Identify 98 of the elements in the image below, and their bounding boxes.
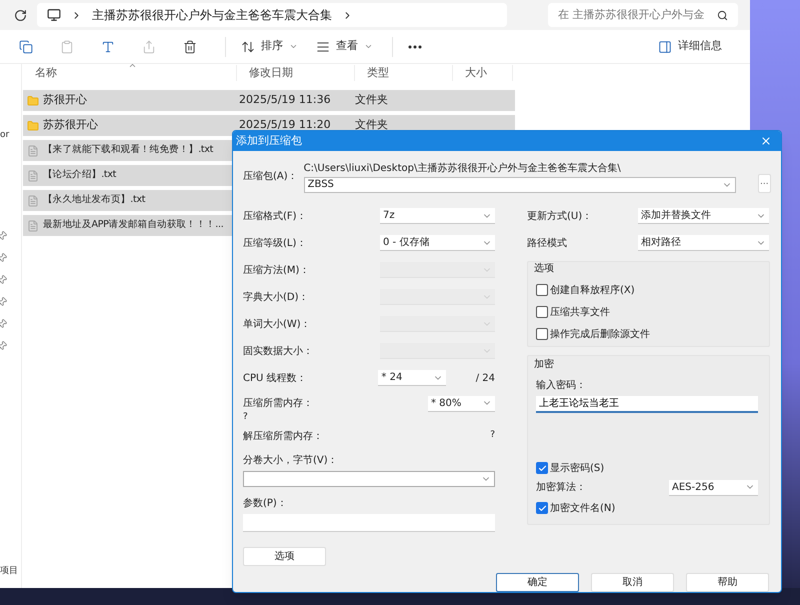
browse-button[interactable]: ...	[758, 174, 771, 192]
field-label: 更新方式(U)：	[527, 210, 594, 224]
file-name: 【论坛介绍】.txt	[43, 168, 116, 182]
dropdown[interactable]: * 24	[378, 370, 446, 386]
trash-icon	[183, 40, 197, 54]
checkbox[interactable]	[536, 502, 548, 514]
memory-value: ?	[243, 410, 249, 424]
file-name: 最新地址及APP请发邮箱自动获取！！！...	[43, 218, 224, 232]
file-name: 【来了就能下载和观看！纯免费！】.txt	[43, 143, 214, 158]
group-title: 选项	[534, 262, 555, 276]
checkbox[interactable]	[536, 306, 548, 318]
field-label: 压缩等级(L)：	[243, 236, 308, 250]
sidebar-item[interactable]: or	[0, 129, 10, 142]
checkbox-label: 加密文件名(N)	[550, 502, 616, 516]
pin-icon	[0, 272, 10, 287]
params-field[interactable]	[243, 514, 495, 532]
caret-icon	[364, 42, 373, 51]
details-pane-icon	[658, 40, 672, 54]
status-text: 项目	[0, 564, 18, 578]
field-label: 压缩包(A)：	[243, 170, 298, 184]
checkbox[interactable]	[536, 328, 548, 340]
dialog-button[interactable]: 确定	[496, 573, 579, 592]
password-field[interactable]: 上老王论坛当老王	[536, 396, 758, 412]
file-row[interactable]: 苏很开心 2025/5/19 11:36 文件夹	[23, 90, 515, 111]
checkbox-label: 显示密码(S)	[550, 462, 604, 476]
close-icon[interactable]	[760, 134, 772, 147]
dropdown[interactable]: 0 - 仅存储	[380, 235, 495, 251]
file-icon	[27, 194, 39, 206]
column-header[interactable]: 类型	[355, 64, 453, 81]
archive-combo[interactable]: ZBSS	[304, 176, 736, 192]
computer-icon	[47, 8, 61, 22]
dropdown[interactable]: 添加并替换文件	[638, 208, 769, 224]
checkbox-label: 压缩共享文件	[550, 306, 610, 320]
unpack-memory-value: ?	[490, 429, 495, 442]
folder-icon	[27, 120, 39, 132]
file-icon	[27, 144, 39, 156]
file-name: 苏苏很开心	[43, 117, 98, 134]
pin-icon	[0, 294, 10, 309]
search-field[interactable]: 在 主播苏苏很很开心户外与金	[548, 3, 738, 27]
copy-icon	[19, 40, 33, 54]
toolbar-menu-button[interactable]: 查看	[309, 34, 380, 60]
field-label: 路径模式	[527, 236, 568, 250]
checkbox[interactable]	[536, 284, 548, 296]
checkbox-label: 创建自释放程序(X)	[550, 284, 635, 298]
address-bar[interactable]: 主播苏苏很很开心户外与金主爸爸车震大合集	[37, 3, 507, 27]
file-type: 文件夹	[355, 117, 388, 134]
dialog-button[interactable]: 帮助	[686, 573, 769, 592]
dialog-button[interactable]: 取消	[591, 573, 674, 592]
more-icon	[408, 44, 422, 48]
file-icon	[27, 220, 39, 232]
pin-icon	[0, 316, 10, 331]
memory-dropdown[interactable]: * 80%	[428, 396, 495, 412]
field-label: 输入密码：	[536, 378, 587, 392]
file-name: 【永久地址发布页】.txt	[43, 193, 146, 208]
pin-icon	[0, 250, 10, 265]
field-label: 分卷大小，字节(V)：	[243, 454, 339, 468]
thread-total: / 24	[476, 372, 495, 386]
field-label: 加密算法：	[536, 480, 586, 495]
group-title: 加密	[534, 358, 555, 372]
lines-icon	[316, 40, 330, 54]
sort-icon	[241, 40, 255, 54]
field-label: 压缩格式(F)：	[243, 210, 308, 224]
file-date: 2025/5/19 11:36	[238, 92, 332, 108]
share-icon	[142, 40, 156, 54]
column-header[interactable]: 名称	[23, 64, 237, 81]
field-label: 字典大小(D)：	[243, 290, 310, 304]
column-header[interactable]: 修改日期	[237, 64, 355, 81]
toolbar-menu-button[interactable]: 排序	[234, 34, 305, 60]
field-label: 压缩方法(M)：	[243, 264, 310, 278]
pin-icon	[0, 338, 10, 353]
encryption-method-dropdown[interactable]: AES-256	[669, 480, 758, 496]
file-date: 2025/5/19 11:20	[238, 117, 332, 134]
checkbox[interactable]	[536, 462, 548, 474]
pin-icon	[0, 228, 10, 243]
refresh-icon[interactable]	[14, 8, 27, 22]
file-icon	[27, 170, 39, 182]
file-name: 苏很开心	[43, 92, 87, 108]
folder-icon	[27, 94, 39, 106]
rename-icon	[101, 40, 115, 54]
paste-icon	[60, 40, 74, 54]
field-label: 固实数据大小：	[243, 344, 314, 358]
field-label: CPU 线程数：	[243, 372, 308, 386]
caret-icon	[289, 42, 298, 51]
sort-caret-icon	[128, 61, 137, 70]
field-label: 解压缩所需内存：	[243, 430, 323, 444]
details-button[interactable]: 详细信息	[658, 38, 722, 55]
split-size-combo[interactable]	[243, 471, 495, 487]
search-icon	[717, 10, 728, 20]
column-header[interactable]: 大小	[453, 64, 513, 81]
dropdown[interactable]: 7z	[380, 208, 495, 224]
field-label: 压缩所需内存：	[243, 396, 313, 410]
field-label: 单词大小(W)：	[243, 318, 312, 332]
file-type: 文件夹	[355, 92, 388, 108]
options-button[interactable]: 选项	[243, 547, 326, 566]
dropdown[interactable]: 相对路径	[638, 235, 769, 251]
field-label: 参数(P)：	[243, 496, 288, 511]
breadcrumb[interactable]: 主播苏苏很很开心户外与金主爸爸车震大合集	[92, 6, 332, 24]
checkbox-label: 操作完成后删除源文件	[550, 328, 650, 342]
